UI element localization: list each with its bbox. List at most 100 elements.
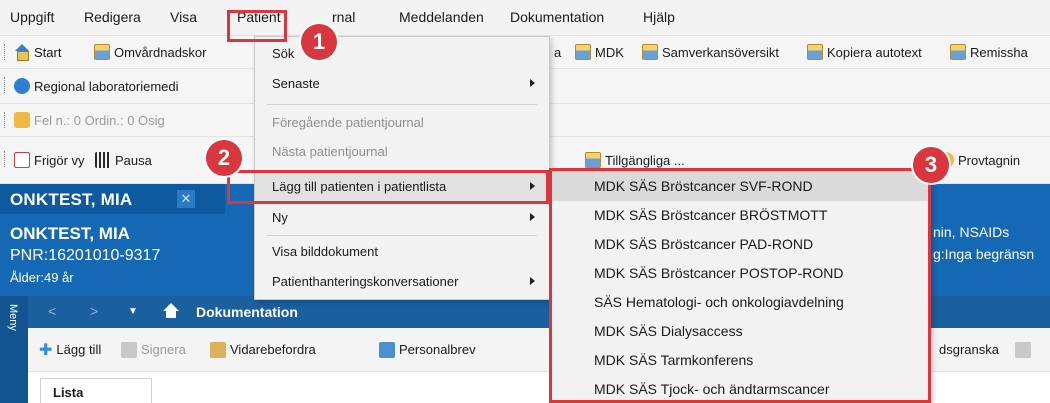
menu-item-label: Sök: [272, 46, 295, 61]
callout-badge-3: 3: [913, 147, 949, 183]
tillgangliga-label: Tillgängliga ...: [605, 152, 685, 168]
key-icon: [14, 112, 30, 128]
pausa-label: Pausa: [115, 152, 152, 168]
document-icon: [642, 44, 658, 60]
menu-journal[interactable]: rnal: [332, 9, 355, 25]
review-label: dsgranska: [939, 342, 999, 357]
patient-tab-title: ONKTEST, MIA: [10, 190, 133, 209]
toolbar-grip[interactable]: [4, 112, 7, 128]
error-status: Fel n.: 0 Ordin.: 0 Osig: [14, 104, 165, 136]
mdk-button[interactable]: MDK: [575, 36, 624, 68]
patient-pnr: PNR:16201010-9317: [10, 247, 161, 264]
start-label: Start: [34, 44, 62, 60]
add-button[interactable]: ✚ Lägg till: [39, 328, 101, 371]
samverkan-label: Samverkansöversikt: [662, 44, 780, 60]
a-label: a: [554, 44, 562, 60]
plus-icon: ✚: [39, 341, 53, 359]
kopiera-autotext-button[interactable]: Kopiera autotext: [807, 36, 922, 68]
omvardnad-button[interactable]: Omvårdnadskor: [94, 36, 206, 68]
omvardnad-label: Omvårdnadskor: [114, 44, 207, 60]
close-icon[interactable]: ✕: [177, 190, 195, 208]
tag-icon: [1014, 341, 1031, 358]
document-icon: [807, 44, 823, 60]
document-icon: [575, 44, 591, 60]
menu-bar: Uppgift Redigera Visa Patient rnal Medde…: [0, 0, 1050, 36]
forward-button[interactable]: Vidarebefordra: [210, 328, 316, 371]
allergy-text: nin, NSAIDs: [933, 224, 1010, 240]
callout-badge-1: 1: [301, 24, 337, 60]
menu-meddelanden[interactable]: Meddelanden: [399, 9, 484, 25]
document-icon: [94, 44, 110, 60]
personalbrev-label: Personalbrev: [399, 342, 476, 357]
pausa-button[interactable]: Pausa: [95, 137, 152, 183]
menu-item-sok[interactable]: Sök: [255, 39, 549, 68]
menu-dokumentation[interactable]: Dokumentation: [510, 9, 604, 25]
review-button[interactable]: dsgranska: [939, 328, 1031, 371]
mdk-label: MDK: [595, 44, 624, 60]
menu-item-next-journal: Nästa patientjournal: [255, 137, 549, 166]
menu-visa[interactable]: Visa: [170, 9, 197, 25]
provtagning-label: Provtagnin: [958, 152, 1021, 168]
toolbar-grip[interactable]: [4, 77, 7, 93]
add-label: Lägg till: [56, 342, 102, 357]
menu-hjalp[interactable]: Hjälp: [643, 9, 675, 25]
side-menu-tab[interactable]: Meny: [0, 296, 28, 403]
start-button[interactable]: Start: [14, 36, 61, 68]
sign-label: Signera: [141, 342, 186, 357]
letter-icon: [379, 341, 395, 358]
sign-icon: [121, 341, 137, 358]
toolbar-grip[interactable]: [4, 44, 7, 60]
side-menu-label: Meny: [7, 304, 19, 331]
menu-item-label: Ny: [272, 210, 288, 225]
menu-divider: [267, 104, 537, 105]
menu-item-ny[interactable]: Ny: [255, 203, 549, 232]
submenu-arrow-icon: [530, 277, 535, 285]
page-title: Dokumentation: [196, 304, 298, 320]
remiss-label: Remissha: [970, 44, 1028, 60]
regional-lab-button[interactable]: Regional laboratoriemedi: [14, 69, 179, 103]
patient-age: Ålder:49 år: [10, 270, 74, 285]
remiss-button[interactable]: Remissha: [950, 36, 1028, 68]
document-icon: [950, 44, 966, 60]
menu-item-label: Visa bilddokument: [272, 244, 378, 259]
menu-uppgift[interactable]: Uppgift: [10, 9, 54, 25]
menu-item-label: Senaste: [272, 76, 320, 91]
frigor-label: Frigör vy: [34, 152, 85, 168]
toolbar-grip[interactable]: [4, 151, 7, 167]
pause-icon: [95, 152, 111, 168]
patient-name: ONKTEST, MIA: [10, 224, 130, 243]
regional-lab-label: Regional laboratoriemedi: [34, 78, 179, 94]
sign-button[interactable]: Signera: [121, 328, 186, 371]
patient-menu-dropdown: Sök Senaste Föregående patientjournal Nä…: [254, 36, 550, 300]
forward-label: Vidarebefordra: [230, 342, 316, 357]
home-icon: [14, 44, 30, 61]
menu-item-patienthantering[interactable]: Patienthanteringskonversationer: [255, 267, 549, 296]
list-header[interactable]: Lista: [40, 378, 152, 403]
frigor-vy-button[interactable]: Frigör vy: [14, 137, 85, 183]
menu-item-label: Föregående patientjournal: [272, 115, 424, 130]
search-icon: [14, 78, 30, 94]
restriction-text: g:Inga begränsn: [933, 246, 1035, 262]
menu-redigera[interactable]: Redigera: [84, 9, 141, 25]
callout-badge-2: 2: [206, 140, 242, 176]
forward-arrow-icon[interactable]: >: [90, 303, 98, 319]
kopiera-label: Kopiera autotext: [827, 44, 922, 60]
home-icon[interactable]: [163, 303, 179, 319]
patient-tab[interactable]: ONKTEST, MIA ✕: [0, 184, 225, 214]
status-text: Fel n.: 0 Ordin.: 0 Osig: [34, 112, 165, 128]
menu-item-previous-journal: Föregående patientjournal: [255, 108, 549, 137]
menu-item-label: Patienthanteringskonversationer: [272, 274, 459, 289]
a-button[interactable]: a: [554, 36, 561, 68]
samverkan-button[interactable]: Samverkansöversikt: [642, 36, 779, 68]
submenu-arrow-icon: [530, 213, 535, 221]
menu-item-label: Nästa patientjournal: [272, 144, 388, 159]
chevron-down-icon[interactable]: ▼: [128, 306, 138, 317]
menu-item-senaste[interactable]: Senaste: [255, 69, 549, 98]
menu-item-visa-bilddokument[interactable]: Visa bilddokument: [255, 237, 549, 266]
highlight-box-submenu: [549, 168, 931, 403]
back-arrow-icon[interactable]: <: [48, 303, 56, 319]
highlight-box-add-to-list: [227, 170, 549, 204]
provtagning-button[interactable]: Provtagnin: [938, 137, 1020, 183]
personalbrev-button[interactable]: Personalbrev: [379, 328, 476, 371]
submenu-arrow-icon: [530, 79, 535, 87]
